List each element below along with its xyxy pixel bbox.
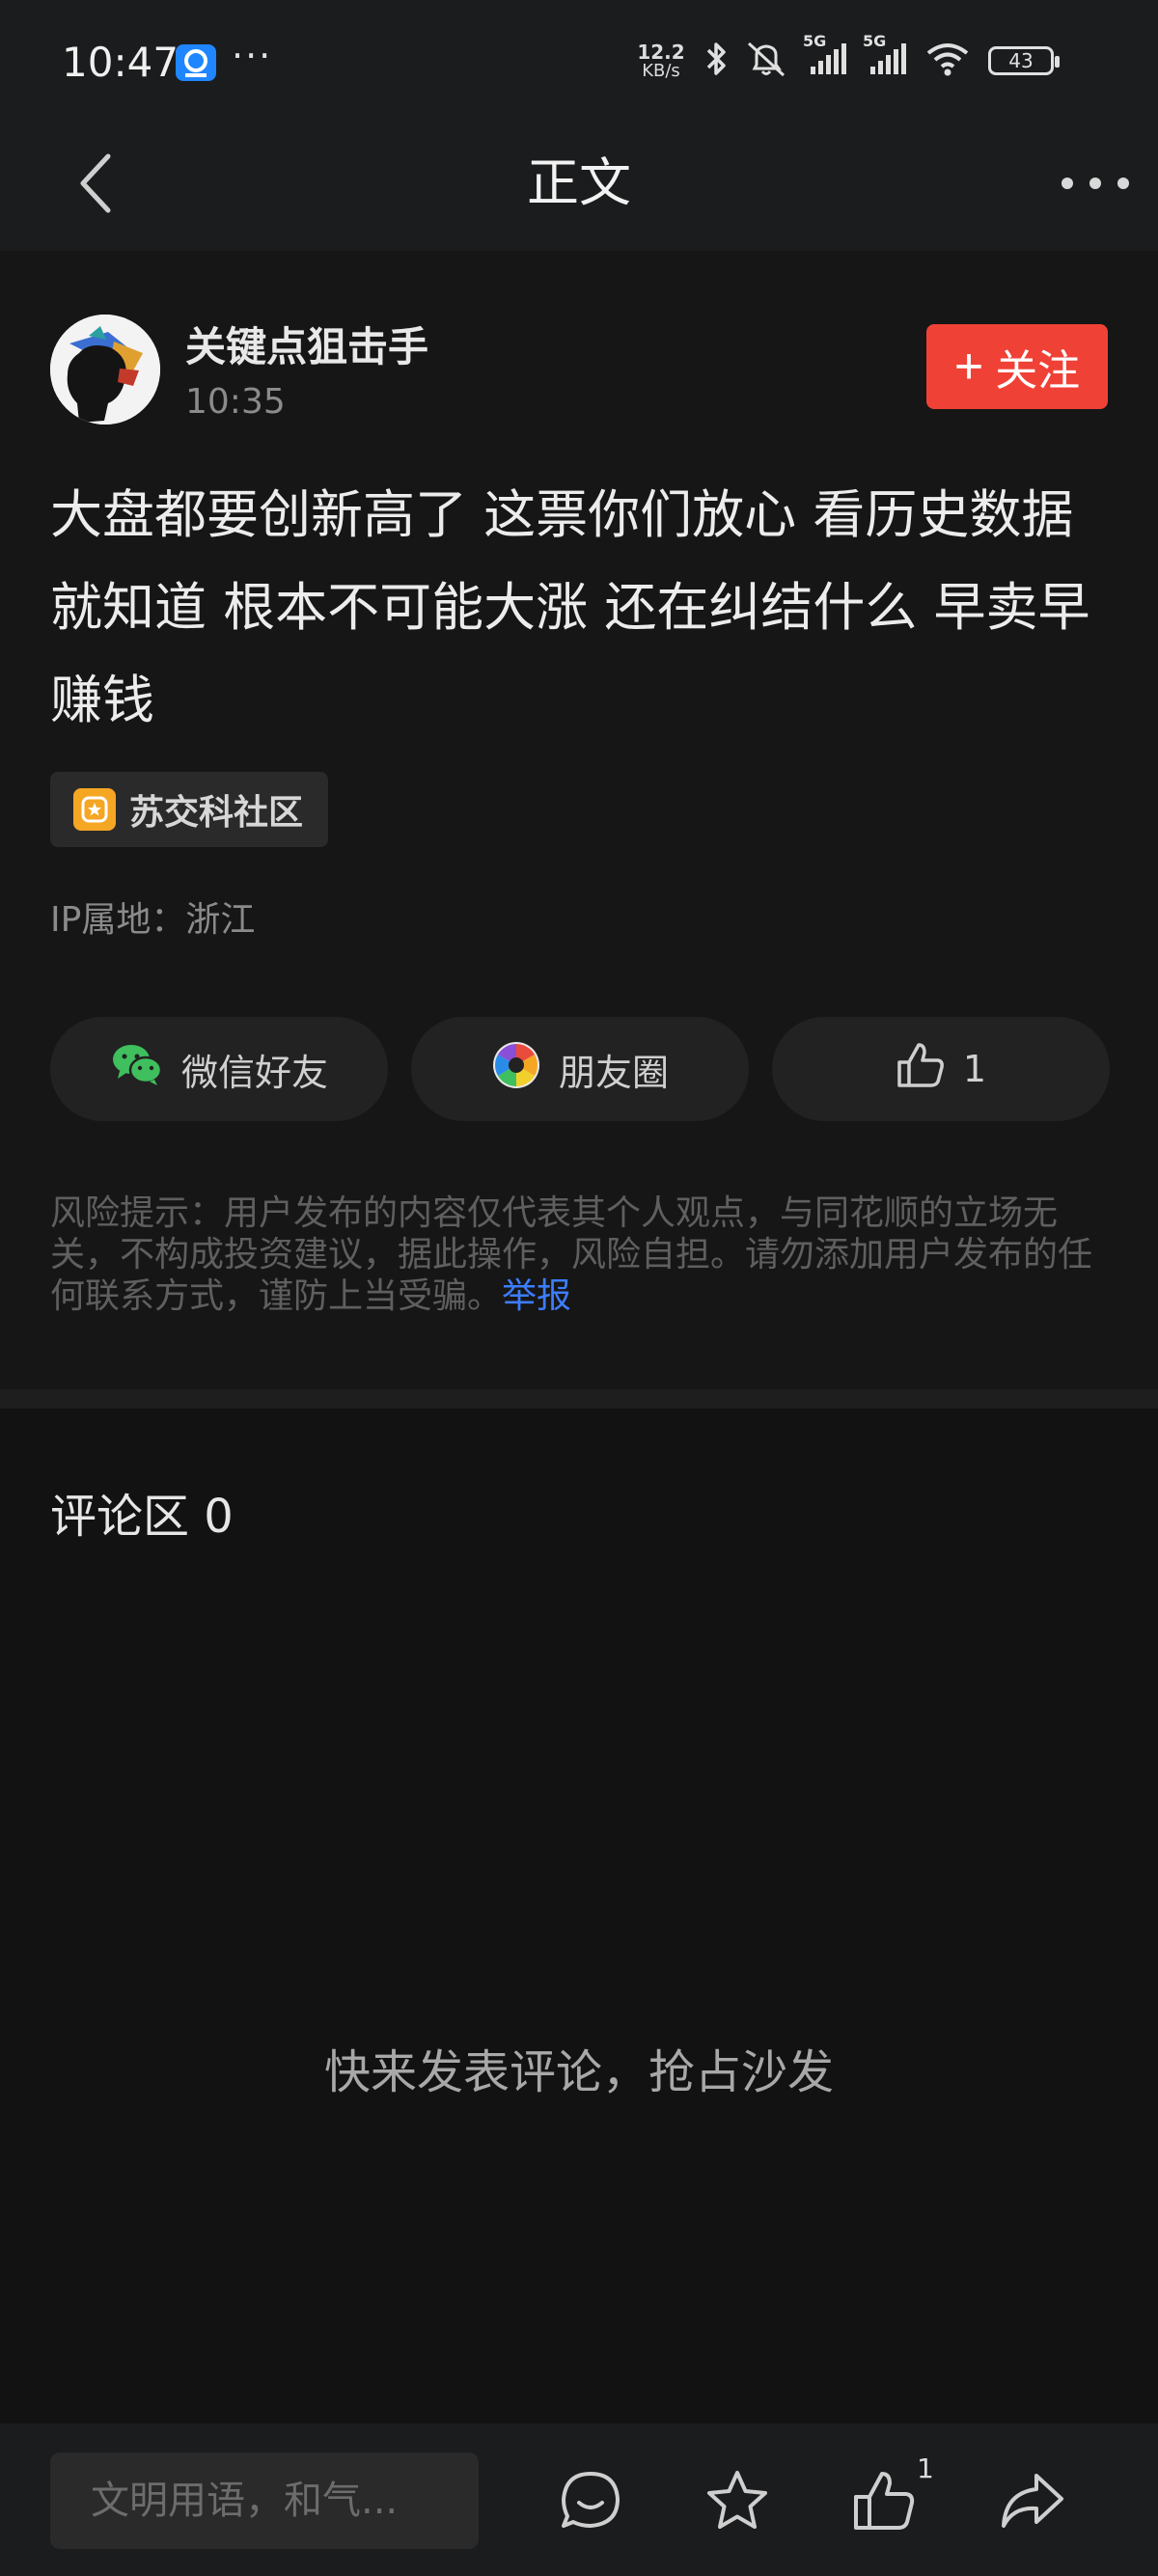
risk-notice: 风险提示：用户发布的内容仅代表其个人观点，与同花顺的立场无关，不构成投资建议，据…: [50, 1192, 1121, 1317]
signal-label: 5G: [803, 32, 827, 50]
bluetooth-icon: [704, 40, 728, 82]
like-button[interactable]: 1: [772, 1017, 1110, 1121]
comment-input[interactable]: [50, 2453, 479, 2549]
like-badge: 1: [917, 2453, 934, 2484]
net-speed-unit: KB/s: [642, 61, 680, 81]
net-speed-value: 12.2: [637, 41, 685, 64]
share-wechat-button[interactable]: 微信好友: [50, 1017, 388, 1121]
signal-icon: 5G: [803, 32, 847, 80]
wifi-icon: [924, 40, 971, 82]
avatar[interactable]: [50, 315, 160, 425]
comment-icon[interactable]: [552, 2462, 629, 2539]
mute-icon: [745, 40, 787, 82]
more-horizontal-icon[interactable]: [1062, 154, 1129, 212]
star-icon[interactable]: [699, 2462, 776, 2539]
share-wechat-label: 微信好友: [180, 1051, 328, 1094]
status-more-icon: ···: [232, 35, 273, 77]
author-name[interactable]: 关键点狙击手: [185, 315, 428, 373]
community-icon: [73, 788, 116, 831]
page-title: 正文: [527, 152, 631, 213]
signal-icon: 5G: [863, 32, 907, 80]
battery-level: 43: [1008, 49, 1034, 72]
plus-icon: +: [953, 339, 984, 395]
report-link[interactable]: 举报: [502, 1276, 571, 1316]
wechat-icon: [110, 1042, 164, 1097]
share-moments-button[interactable]: 朋友圈: [411, 1017, 749, 1121]
follow-button[interactable]: + 关注: [926, 324, 1108, 409]
comments-title: 评论区 0: [50, 1490, 234, 1544]
empty-comments-text: 快来发表评论，抢占沙发: [323, 2045, 834, 2099]
signal-label: 5G: [863, 32, 887, 50]
app-icon: [176, 44, 216, 81]
post-time: 10:35: [185, 382, 286, 422]
section-divider: [0, 1389, 1158, 1409]
community-label: 苏交科社区: [129, 793, 304, 833]
thumbs-up-icon[interactable]: [845, 2462, 923, 2539]
follow-label: 关注: [995, 347, 1081, 395]
status-time: 10:47: [62, 39, 179, 86]
community-tag[interactable]: 苏交科社区: [50, 772, 329, 847]
share-icon[interactable]: [994, 2462, 1071, 2539]
thumbs-up-icon: [896, 1041, 946, 1098]
ip-location: IP属地：浙江: [50, 900, 256, 940]
share-moments-label: 朋友圈: [558, 1051, 669, 1094]
post-content: 大盘都要创新高了 这票你们放心 看历史数据就知道 根本不可能大涨 还在纠结什么 …: [50, 484, 1090, 730]
moments-icon: [491, 1040, 541, 1099]
like-count: 1: [962, 1048, 987, 1090]
status-icons: 5G 5G 43: [704, 32, 1060, 83]
net-speed: 12.2 KB/s: [633, 42, 689, 81]
battery-icon: 43: [988, 46, 1060, 75]
